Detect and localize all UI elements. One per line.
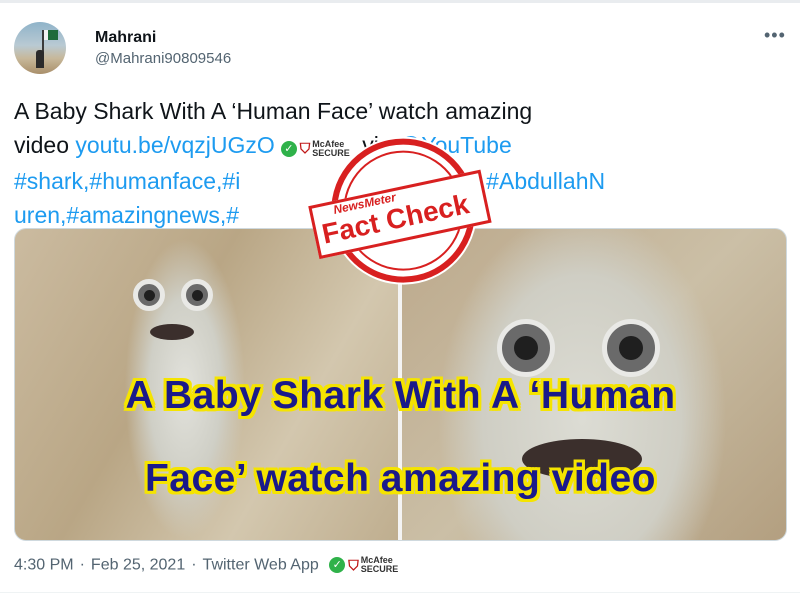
meta-security-badges: ✓ ⛉ McAfee SECURE <box>329 556 398 574</box>
shark-mouth <box>150 324 194 340</box>
shark-eye-left <box>133 279 165 311</box>
tweet-source-app[interactable]: Twitter Web App <box>203 556 319 573</box>
tweet-meta: 4:30 PM · Feb 25, 2021 · Twitter Web App ✓ ⛉ M… <box>14 555 399 574</box>
author-name[interactable]: Mahrani <box>95 29 156 47</box>
avatar-flag <box>44 30 58 40</box>
tweet-link[interactable]: youtu.be/vqzjUGzO <box>75 132 274 158</box>
avatar[interactable] <box>14 22 66 74</box>
shield-check-icon: ✓ <box>280 140 297 157</box>
author-handle[interactable]: @Mahrani90809546 <box>95 50 231 67</box>
hashtags-line3a[interactable]: #shark,#humanface,#i <box>14 168 240 194</box>
tweet-text-line1: A Baby Shark With A ‘Human Face’ watch a… <box>14 98 533 124</box>
more-options-icon[interactable]: ••• <box>764 25 786 46</box>
tweet-text-video: video <box>14 132 76 158</box>
tweet-time[interactable]: 4:30 PM <box>14 556 74 573</box>
shield-check-icon: ✓ <box>329 557 346 573</box>
shark-eye-right-closeup <box>602 319 660 377</box>
bottom-divider <box>0 592 800 593</box>
shark-eye-left-closeup <box>497 319 555 377</box>
media-caption-line1: A Baby Shark With A ‘Human <box>125 374 676 417</box>
tweet-date[interactable]: Feb 25, 2021 <box>91 556 185 573</box>
top-divider <box>0 0 800 3</box>
avatar-person <box>36 50 44 68</box>
hashtags-line4[interactable]: uren,#amazingnews,# <box>14 202 239 228</box>
mcafee-secure-badge: ⛉ McAfee SECURE <box>348 555 399 574</box>
media-caption-line2: Face’ watch amazing video <box>144 457 656 500</box>
shark-eye-right <box>181 279 213 311</box>
